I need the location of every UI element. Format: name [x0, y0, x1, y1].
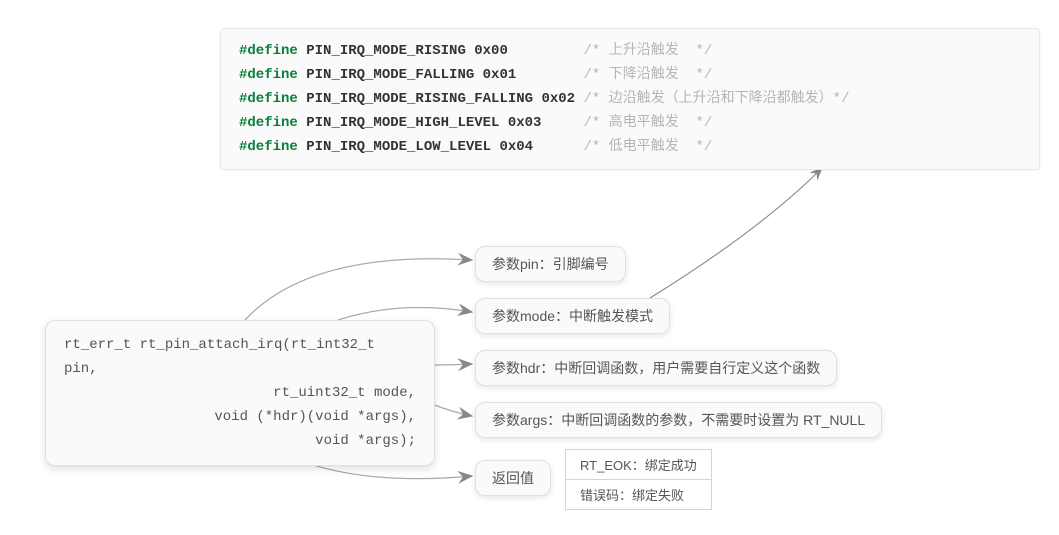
return-row-ok: RT_EOK：绑定成功: [566, 450, 712, 480]
param-args-box: 参数args：中断回调函数的参数，不需要时设置为 RT_NULL: [475, 402, 882, 438]
param-mode-box: 参数mode：中断触发模式: [475, 298, 670, 334]
fn-line-4: void *args);: [64, 429, 416, 453]
code-line: #define PIN_IRQ_MODE_RISING 0x00 /* 上升沿触…: [239, 39, 1021, 63]
code-block: #define PIN_IRQ_MODE_RISING 0x00 /* 上升沿触…: [220, 28, 1040, 170]
code-line: #define PIN_IRQ_MODE_LOW_LEVEL 0x04 /* 低…: [239, 135, 1021, 159]
return-label-box: 返回值: [475, 460, 551, 496]
param-hdr-box: 参数hdr：中断回调函数，用户需要自行定义这个函数: [475, 350, 837, 386]
fn-line-2: rt_uint32_t mode,: [64, 381, 416, 405]
code-line: #define PIN_IRQ_MODE_FALLING 0x01 /* 下降沿…: [239, 63, 1021, 87]
code-line: #define PIN_IRQ_MODE_RISING_FALLING 0x02…: [239, 87, 1021, 111]
fn-line-1: rt_err_t rt_pin_attach_irq(rt_int32_t pi…: [64, 333, 416, 381]
return-row-err: 错误码：绑定失败: [566, 480, 712, 510]
fn-line-3: void (*hdr)(void *args),: [64, 405, 416, 429]
return-value-table: RT_EOK：绑定成功 错误码：绑定失败: [565, 449, 712, 510]
param-pin-box: 参数pin：引脚编号: [475, 246, 626, 282]
function-signature-box: rt_err_t rt_pin_attach_irq(rt_int32_t pi…: [45, 320, 435, 466]
code-line: #define PIN_IRQ_MODE_HIGH_LEVEL 0x03 /* …: [239, 111, 1021, 135]
